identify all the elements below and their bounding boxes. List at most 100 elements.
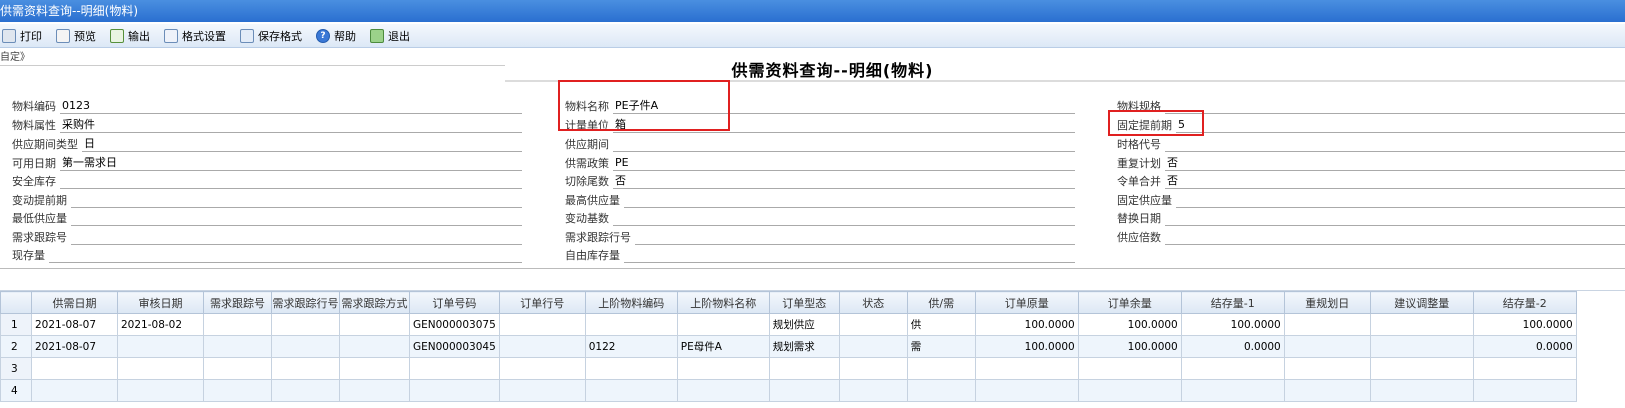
column-header[interactable]: 上阶物料编码 bbox=[584, 291, 678, 314]
output-button[interactable]: 输出 bbox=[108, 26, 152, 46]
table-cell[interactable] bbox=[906, 357, 976, 380]
table-cell[interactable] bbox=[1369, 335, 1474, 358]
table-cell[interactable] bbox=[1077, 379, 1182, 402]
table-cell[interactable]: 2021-08-07 bbox=[31, 313, 118, 336]
table-cell[interactable]: 需 bbox=[906, 335, 976, 358]
table-cell[interactable]: 100.0000 bbox=[1077, 335, 1182, 358]
table-cell[interactable] bbox=[1369, 357, 1474, 380]
table-cell[interactable] bbox=[498, 379, 586, 402]
column-header[interactable]: 订单号码 bbox=[409, 291, 500, 314]
column-header[interactable]: 审核日期 bbox=[117, 291, 204, 314]
column-header[interactable]: 建议调整量 bbox=[1369, 291, 1474, 314]
table-cell[interactable] bbox=[339, 379, 410, 402]
table-cell[interactable] bbox=[1283, 313, 1371, 336]
table-row[interactable]: 3 bbox=[0, 357, 1577, 380]
table-cell[interactable] bbox=[339, 357, 410, 380]
table-cell[interactable] bbox=[1077, 357, 1182, 380]
table-cell[interactable] bbox=[31, 357, 118, 380]
table-cell[interactable]: 规划需求 bbox=[768, 335, 840, 358]
table-cell[interactable] bbox=[838, 335, 908, 358]
table-cell[interactable] bbox=[676, 313, 770, 336]
help-button[interactable]: ? 帮助 bbox=[314, 26, 358, 46]
exit-button[interactable]: 退出 bbox=[368, 26, 412, 46]
format-settings-button[interactable]: 格式设置 bbox=[162, 26, 228, 46]
table-cell[interactable] bbox=[203, 313, 272, 336]
column-header[interactable]: 需求跟踪方式 bbox=[339, 291, 410, 314]
table-cell[interactable] bbox=[584, 313, 678, 336]
table-cell[interactable] bbox=[1180, 357, 1285, 380]
table-cell[interactable] bbox=[1472, 379, 1577, 402]
column-header[interactable]: 订单余量 bbox=[1077, 291, 1182, 314]
table-cell[interactable] bbox=[117, 357, 204, 380]
table-cell[interactable] bbox=[117, 379, 204, 402]
table-cell[interactable]: GEN000003045 bbox=[409, 335, 500, 358]
column-header[interactable]: 供需日期 bbox=[31, 291, 118, 314]
column-header[interactable]: 需求跟踪号 bbox=[203, 291, 272, 314]
column-header[interactable]: 结存量-1 bbox=[1180, 291, 1285, 314]
table-cell[interactable]: 供 bbox=[906, 313, 976, 336]
table-cell[interactable]: 100.0000 bbox=[1077, 313, 1182, 336]
table-cell[interactable] bbox=[768, 379, 840, 402]
table-cell[interactable]: 0.0000 bbox=[1180, 335, 1285, 358]
table-cell[interactable] bbox=[203, 357, 272, 380]
table-cell[interactable] bbox=[1283, 379, 1371, 402]
table-cell[interactable]: PE母件A bbox=[676, 335, 770, 358]
table-cell[interactable]: 2021-08-07 bbox=[31, 335, 118, 358]
table-cell[interactable]: 100.0000 bbox=[1180, 313, 1285, 336]
table-cell[interactable]: 0.0000 bbox=[1472, 335, 1577, 358]
table-cell[interactable]: 规划供应 bbox=[768, 313, 840, 336]
table-cell[interactable] bbox=[584, 379, 678, 402]
table-cell[interactable] bbox=[906, 379, 976, 402]
table-cell[interactable] bbox=[1369, 313, 1474, 336]
table-cell[interactable] bbox=[838, 379, 908, 402]
table-cell[interactable] bbox=[676, 379, 770, 402]
table-cell[interactable] bbox=[1283, 335, 1371, 358]
table-cell[interactable] bbox=[117, 335, 204, 358]
column-header[interactable]: 上阶物料名称 bbox=[676, 291, 770, 314]
table-cell[interactable] bbox=[271, 335, 340, 358]
print-button[interactable]: 打印 bbox=[0, 26, 44, 46]
table-cell[interactable] bbox=[1180, 379, 1285, 402]
preview-button[interactable]: 预览 bbox=[54, 26, 98, 46]
table-cell[interactable]: 100.0000 bbox=[974, 335, 1079, 358]
column-header[interactable]: 订单原量 bbox=[974, 291, 1079, 314]
table-cell[interactable]: 0122 bbox=[584, 335, 678, 358]
column-header[interactable] bbox=[0, 291, 32, 314]
table-cell[interactable] bbox=[203, 335, 272, 358]
table-cell[interactable]: 100.0000 bbox=[1472, 313, 1577, 336]
table-cell[interactable] bbox=[768, 357, 840, 380]
table-cell[interactable] bbox=[203, 379, 272, 402]
table-row[interactable]: 4 bbox=[0, 379, 1577, 402]
table-cell[interactable] bbox=[271, 313, 340, 336]
table-cell[interactable] bbox=[31, 379, 118, 402]
table-cell[interactable] bbox=[498, 335, 586, 358]
column-header[interactable]: 供/需 bbox=[906, 291, 976, 314]
table-cell[interactable] bbox=[1472, 357, 1577, 380]
table-cell[interactable] bbox=[974, 379, 1079, 402]
table-cell[interactable]: GEN000003075 bbox=[409, 313, 500, 336]
table-cell[interactable] bbox=[974, 357, 1079, 380]
table-row[interactable]: 2 2021-08-07 GEN000003045 0122 PE母件A 规划需求需 100… bbox=[0, 335, 1577, 358]
table-cell[interactable] bbox=[339, 335, 410, 358]
save-format-button[interactable]: 保存格式 bbox=[238, 26, 304, 46]
table-cell[interactable]: 100.0000 bbox=[974, 313, 1079, 336]
column-header[interactable]: 重规划日 bbox=[1283, 291, 1371, 314]
table-cell[interactable] bbox=[498, 313, 586, 336]
table-cell[interactable] bbox=[339, 313, 410, 336]
column-header[interactable]: 订单行号 bbox=[498, 291, 586, 314]
table-cell[interactable] bbox=[409, 357, 500, 380]
table-cell[interactable] bbox=[409, 379, 500, 402]
table-cell[interactable] bbox=[676, 357, 770, 380]
table-row[interactable]: 1 2021-08-07 2021-08-02 GEN000003075 规划供应供 10… bbox=[0, 313, 1577, 336]
column-header[interactable]: 状态 bbox=[838, 291, 908, 314]
column-header[interactable]: 需求跟踪行号 bbox=[271, 291, 340, 314]
table-cell[interactable] bbox=[838, 313, 908, 336]
column-header[interactable]: 订单型态 bbox=[768, 291, 840, 314]
table-cell[interactable] bbox=[271, 379, 340, 402]
table-cell[interactable]: 2021-08-02 bbox=[117, 313, 204, 336]
table-cell[interactable] bbox=[1283, 357, 1371, 380]
table-cell[interactable] bbox=[271, 357, 340, 380]
table-cell[interactable] bbox=[1369, 379, 1474, 402]
column-header[interactable]: 结存量-2 bbox=[1472, 291, 1577, 314]
table-cell[interactable] bbox=[838, 357, 908, 380]
